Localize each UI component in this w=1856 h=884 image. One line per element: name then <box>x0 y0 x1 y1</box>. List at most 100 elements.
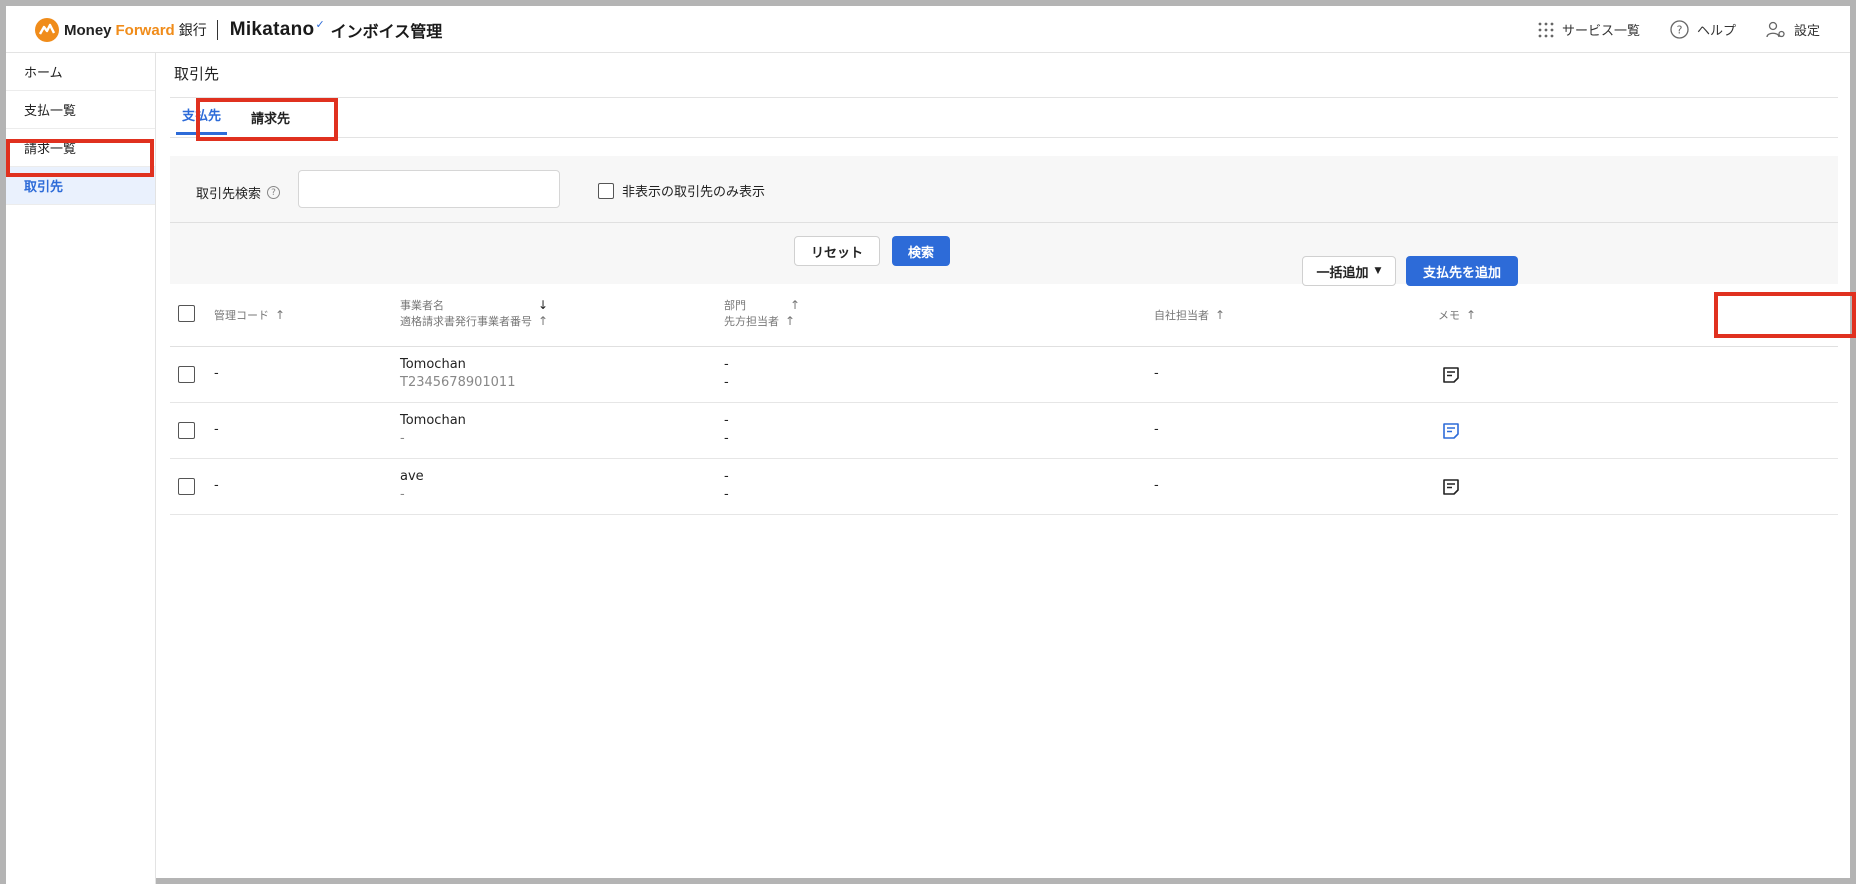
sort-up-icon: ↑ <box>538 314 549 328</box>
cell-reg-no: - <box>400 431 405 446</box>
bulk-add-label: 一括追加 <box>1316 265 1369 281</box>
brand-forward-text: Forward <box>115 21 175 39</box>
table-header: 管理コード ↑ 事業者名 ↓ 適格請求書発行事業者番号 ↑ 部門 ↑ 先方担当者 ↑ 自社… <box>170 291 1838 347</box>
header-contact-label: 先方担当者 <box>724 315 779 328</box>
row-checkbox[interactable] <box>178 366 195 383</box>
cell-reg-no: - <box>400 487 405 502</box>
sort-down-icon: ↓ <box>538 298 549 312</box>
cell-code: - <box>214 478 219 493</box>
hidden-only-label: 非表示の取引先のみ表示 <box>622 185 766 200</box>
cell-department: - <box>724 357 729 372</box>
sort-up-icon: ↑ <box>790 298 801 312</box>
main-content: 取引先 支払先 請求先 取引先検索 ? 非表示の取引先のみ表示 リセット 検索 … <box>156 53 1850 884</box>
hidden-only-toggle[interactable]: 非表示の取引先のみ表示 <box>598 181 765 200</box>
search-input[interactable] <box>298 170 560 208</box>
cell-contact: - <box>724 375 729 390</box>
cell-name: Tomochan <box>400 413 466 428</box>
cell-name: Tomochan <box>400 357 466 372</box>
brand-divider <box>216 20 218 40</box>
search-label: 取引先検索 ? <box>196 183 281 202</box>
svg-text:?: ? <box>1677 24 1683 37</box>
header-reg-no-label: 適格請求書発行事業者番号 <box>400 315 532 328</box>
app-header: Money Forward 銀行 Mikatano ✓ インボイス管理 サービス… <box>6 6 1850 53</box>
app-window: Money Forward 銀行 Mikatano ✓ インボイス管理 サービス… <box>0 0 1856 884</box>
cell-reg-no: T2345678901011 <box>400 375 516 390</box>
header-memo-label: メモ <box>1438 309 1460 322</box>
memo-icon[interactable] <box>1442 478 1460 496</box>
help-circle-icon: ? <box>1670 20 1689 39</box>
cell-owner: - <box>1154 478 1159 493</box>
sidebar: ホーム 支払一覧 請求一覧 取引先 <box>6 53 156 884</box>
money-forward-logo-icon <box>35 18 59 42</box>
brand-bank-text: 銀行 <box>178 23 207 39</box>
settings-label: 設定 <box>1793 24 1820 39</box>
header-name-label: 事業者名 <box>400 299 444 312</box>
partners-table: 管理コード ↑ 事業者名 ↓ 適格請求書発行事業者番号 ↑ 部門 ↑ 先方担当者 ↑ 自社… <box>170 291 1838 515</box>
settings-link[interactable]: 設定 <box>1766 20 1820 39</box>
help-label: ヘルプ <box>1696 24 1736 39</box>
grid-icon <box>1538 22 1554 37</box>
header-reg-no[interactable]: 適格請求書発行事業者番号 ↑ <box>400 313 548 329</box>
service-list-link[interactable]: サービス一覧 <box>1538 20 1640 39</box>
table-row[interactable]: - Tomochan T2345678901011 - - - <box>170 347 1838 403</box>
memo-icon[interactable] <box>1442 366 1460 384</box>
divider <box>170 97 1838 98</box>
divider <box>170 222 1838 223</box>
highlight-add-button <box>1714 292 1856 338</box>
cell-code: - <box>214 422 219 437</box>
reset-button[interactable]: リセット <box>794 236 880 266</box>
cell-department: - <box>724 469 729 484</box>
cell-owner: - <box>1154 366 1159 381</box>
header-nav: サービス一覧 ? ヘルプ 設定 <box>1538 6 1820 53</box>
sidebar-item-label: ホーム <box>24 66 63 81</box>
bulk-add-button[interactable]: 一括追加 ▼ <box>1302 256 1396 286</box>
row-checkbox[interactable] <box>178 478 195 495</box>
service-list-label: サービス一覧 <box>1561 24 1640 39</box>
brand-mikatano-text: Mikatano <box>229 19 315 40</box>
cell-code: - <box>214 366 219 381</box>
table-row[interactable]: - Tomochan - - - - <box>170 403 1838 459</box>
hidden-only-checkbox[interactable] <box>598 182 614 199</box>
divider <box>170 137 1838 138</box>
cell-owner: - <box>1154 422 1159 437</box>
highlight-sidebar-partners <box>6 139 154 177</box>
cell-contact: - <box>724 431 729 446</box>
sidebar-item-payments[interactable]: 支払一覧 <box>6 91 155 129</box>
sidebar-item-label: 支払一覧 <box>24 104 77 119</box>
help-icon[interactable]: ? <box>267 186 281 199</box>
select-all-checkbox[interactable] <box>178 305 195 322</box>
header-department[interactable]: 部門 ↑ <box>724 297 800 313</box>
brand-logo-area[interactable]: Money Forward 銀行 Mikatano ✓ インボイス管理 <box>34 16 442 44</box>
user-settings-icon <box>1766 21 1785 37</box>
sort-up-icon: ↑ <box>1466 308 1477 322</box>
cell-contact: - <box>724 487 729 502</box>
search-button[interactable]: 検索 <box>892 236 950 266</box>
memo-icon[interactable] <box>1442 422 1460 440</box>
help-link[interactable]: ? ヘルプ <box>1670 20 1736 39</box>
header-code[interactable]: 管理コード ↑ <box>214 307 285 323</box>
header-owner-label: 自社担当者 <box>1154 309 1209 322</box>
header-name[interactable]: 事業者名 ↓ <box>400 297 548 313</box>
page-title: 取引先 <box>174 65 220 83</box>
brand-tick-icon: ✓ <box>315 17 325 31</box>
header-memo[interactable]: メモ ↑ <box>1438 307 1476 323</box>
highlight-tabs <box>196 98 338 141</box>
sort-up-icon: ↑ <box>785 314 796 328</box>
cell-department: - <box>724 413 729 428</box>
table-row[interactable]: - ave - - - - <box>170 459 1838 515</box>
caret-down-icon: ▼ <box>1374 266 1382 276</box>
search-label-text: 取引先検索 <box>196 187 262 202</box>
sort-up-icon: ↑ <box>275 308 286 322</box>
header-owner[interactable]: 自社担当者 ↑ <box>1154 307 1225 323</box>
sidebar-item-home[interactable]: ホーム <box>6 53 155 91</box>
header-code-label: 管理コード <box>214 309 269 322</box>
brand-product-name: インボイス管理 <box>330 22 443 41</box>
sidebar-item-label: 取引先 <box>24 180 64 195</box>
add-payee-button[interactable]: 支払先を追加 <box>1406 256 1518 286</box>
sort-up-icon: ↑ <box>1215 308 1226 322</box>
brand-money-text: Money <box>64 21 112 39</box>
cell-name: ave <box>400 469 424 484</box>
row-checkbox[interactable] <box>178 422 195 439</box>
header-department-label: 部門 <box>724 299 746 312</box>
header-contact[interactable]: 先方担当者 ↑ <box>724 313 795 329</box>
